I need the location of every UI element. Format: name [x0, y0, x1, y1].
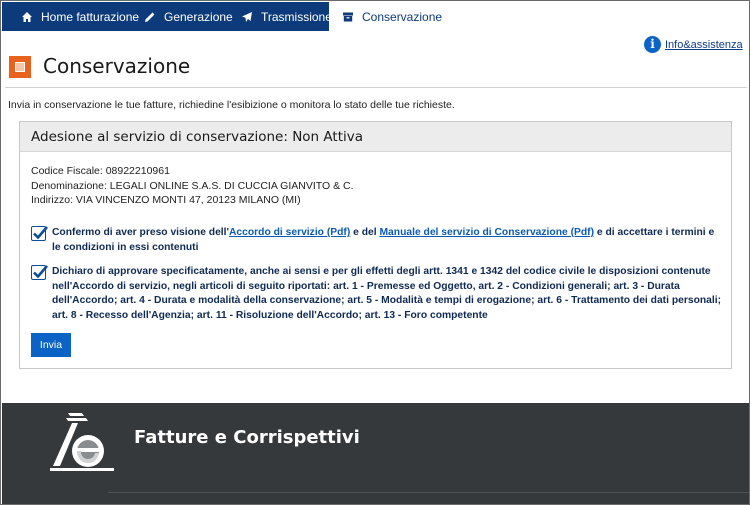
info-assistenza-link[interactable]: i Info&assistenza: [644, 36, 743, 53]
send-icon: [241, 11, 253, 23]
info-link-text[interactable]: Info&assistenza: [665, 39, 743, 51]
pencil-icon: [144, 11, 156, 23]
approve-clauses-row: Dichiaro di approvare specificatamente, …: [31, 265, 724, 323]
checkmark-icon: [33, 226, 48, 240]
approve-clauses-checkbox[interactable]: [31, 265, 48, 280]
tab-label: Home fatturazione: [41, 9, 140, 24]
accept-terms-text: Confermo di aver preso visione dell'Acco…: [52, 226, 724, 255]
tab-label: Conservazione: [362, 9, 443, 24]
checkmark-icon: [33, 265, 48, 279]
manuale-conservazione-link[interactable]: Manuale del servizio di Conservazione (P…: [379, 227, 594, 238]
archive-icon: [342, 11, 354, 23]
invia-button[interactable]: Invia: [31, 333, 71, 357]
divider: [5, 87, 747, 88]
tab-home-fatturazione[interactable]: Home fatturazione: [21, 2, 139, 31]
indirizzo: Indirizzo: VIA VINCENZO MONTI 47, 20123 …: [31, 194, 301, 206]
page-intro: Invia in conservazione le tue fatture, r…: [8, 99, 455, 111]
app-window: Home fatturazione Generazione Trasmissio…: [0, 0, 750, 505]
tab-trasmissione[interactable]: Trasmissione: [241, 2, 332, 31]
codice-fiscale: Codice Fiscale: 08922210961: [31, 165, 170, 177]
approve-clauses-text: Dichiaro di approvare specificatamente, …: [52, 266, 722, 321]
conservazione-box-icon: [9, 56, 31, 78]
text-fragment: Confermo di aver preso visione dell': [52, 227, 229, 238]
tab-label: Generazione: [164, 9, 233, 24]
taxpayer-details: Codice Fiscale: 08922210961 Denominazion…: [31, 164, 354, 208]
tab-generazione[interactable]: Generazione: [144, 2, 233, 31]
top-navigation: Home fatturazione Generazione Trasmissio…: [2, 2, 749, 31]
accordo-servizio-link[interactable]: Accordo di servizio (Pdf): [229, 227, 350, 238]
text-fragment: e del: [350, 227, 380, 238]
tab-label: Trasmissione: [261, 9, 332, 24]
footer: Fatture e Corrispettivi: [2, 403, 749, 504]
footer-title: Fatture e Corrispettivi: [134, 427, 360, 448]
info-icon: i: [644, 36, 661, 53]
footer-divider: [108, 492, 749, 493]
accept-terms-checkbox[interactable]: [31, 226, 48, 241]
tab-conservazione[interactable]: Conservazione: [329, 2, 442, 31]
page-title: Conservazione: [43, 54, 191, 78]
home-icon: [21, 11, 33, 23]
panel-title: Adesione al servizio di conservazione: N…: [20, 122, 731, 152]
accept-terms-row: Confermo di aver preso visione dell'Acco…: [31, 226, 724, 255]
agenzia-entrate-logo-icon: [50, 413, 114, 471]
adesione-panel: Adesione al servizio di conservazione: N…: [19, 121, 732, 369]
denominazione: Denominazione: LEGALI ONLINE S.A.S. DI C…: [31, 179, 354, 192]
